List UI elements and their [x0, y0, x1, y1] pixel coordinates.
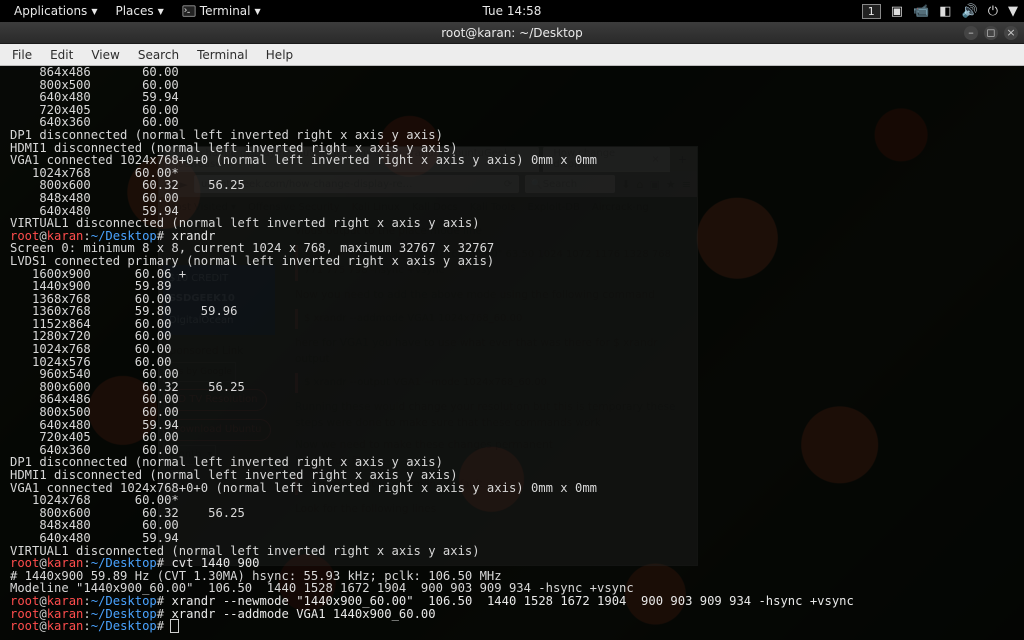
maximize-button[interactable]: ◻	[984, 26, 998, 40]
menu-help[interactable]: Help	[258, 46, 301, 64]
menu-edit[interactable]: Edit	[42, 46, 81, 64]
terminal-cursor	[171, 620, 178, 632]
panel-left-group: Applications ▼ Places ▼ Terminal ▼	[6, 0, 269, 22]
menu-view[interactable]: View	[83, 46, 127, 64]
minimize-button[interactable]: –	[964, 26, 978, 40]
window-buttons: – ◻ ×	[964, 26, 1018, 40]
record-icon[interactable]: ▣	[891, 4, 903, 19]
network-icon[interactable]: ◧	[939, 4, 951, 19]
menu-search[interactable]: Search	[130, 46, 187, 64]
menu-terminal[interactable]: Terminal	[189, 46, 256, 64]
panel-clock[interactable]: Tue 14:58	[483, 4, 542, 18]
workspace-indicator[interactable]: 1	[862, 4, 881, 19]
system-tray: 1 ▣ 📹 ◧ 🔊 ⏻ ▼	[862, 4, 1018, 19]
terminal-command: xrandr --addmode VGA1 1440x900_60.00	[164, 607, 436, 621]
chevron-down-icon: ▼	[255, 7, 261, 16]
chevron-down-icon: ▼	[91, 7, 97, 16]
shell-prompt: root@karan:~/Desktop#	[10, 619, 164, 633]
window-title: root@karan: ~/Desktop	[441, 26, 583, 40]
terminal-command	[164, 619, 171, 633]
terminal-output: # 1440x900 59.89 Hz (CVT 1.30MA) hsync: …	[10, 569, 634, 596]
user-menu-icon[interactable]: ▼	[1008, 4, 1018, 19]
places-label: Places	[115, 4, 153, 18]
applications-label: Applications	[14, 4, 87, 18]
applications-menu[interactable]: Applications ▼	[6, 0, 105, 22]
terminal-stage: How change display resolution settings u…	[0, 66, 1024, 640]
chevron-down-icon: ▼	[158, 7, 164, 16]
camera-icon[interactable]: 📹	[913, 4, 929, 19]
places-menu[interactable]: Places ▼	[107, 0, 171, 22]
volume-icon[interactable]: 🔊	[962, 4, 978, 19]
close-button[interactable]: ×	[1004, 26, 1018, 40]
active-app-menu[interactable]: Terminal ▼	[174, 0, 269, 22]
terminal-output: Screen 0: minimum 8 x 8, current 1024 x …	[10, 241, 597, 557]
window-titlebar[interactable]: root@karan: ~/Desktop – ◻ ×	[0, 22, 1024, 44]
top-panel: Applications ▼ Places ▼ Terminal ▼ Tue 1…	[0, 0, 1024, 22]
active-app-label: Terminal	[200, 4, 251, 18]
power-icon[interactable]: ⏻	[988, 4, 998, 19]
terminal-menubar: File Edit View Search Terminal Help	[0, 44, 1024, 66]
terminal-viewport[interactable]: 864x486 60.00 800x500 60.00 640x480 59.9…	[0, 66, 1024, 640]
terminal-output: 864x486 60.00 800x500 60.00 640x480 59.9…	[10, 66, 597, 230]
menu-file[interactable]: File	[4, 46, 40, 64]
terminal-icon	[182, 4, 196, 18]
